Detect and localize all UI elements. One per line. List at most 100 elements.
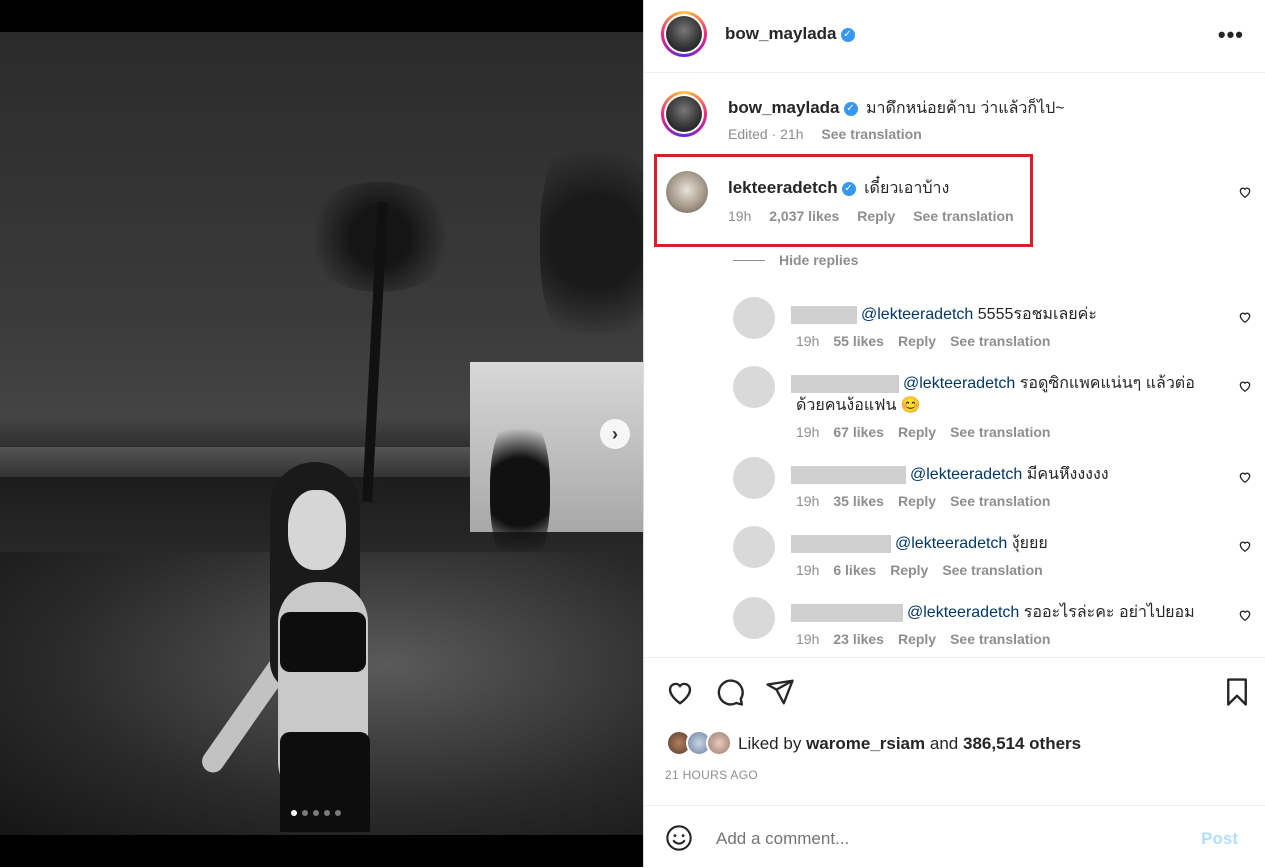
post-actions: Liked by warome_rsiam and 386,514 others… <box>644 657 1265 782</box>
commenter-username[interactable]: lekteeradetch <box>728 178 838 197</box>
verified-icon: ✓ <box>840 27 855 42</box>
reply-see-translation[interactable]: See translation <box>950 333 1050 349</box>
reply-mention[interactable]: @lekteeradetch <box>895 535 1007 552</box>
reply-text: งุ้ยยย <box>1011 535 1048 552</box>
reply-item: @lekteeradetch 5555รอชมเลยค่ะ <box>791 302 1097 327</box>
comment-likes[interactable]: 2,037 likes <box>769 208 839 224</box>
heart-icon[interactable] <box>1238 185 1252 199</box>
comment-bubble-icon[interactable] <box>715 677 745 707</box>
share-send-icon[interactable] <box>765 677 795 707</box>
heart-icon[interactable] <box>1238 310 1252 324</box>
heart-icon[interactable] <box>1238 379 1252 393</box>
caption-avatar[interactable] <box>661 91 707 137</box>
redacted-username <box>791 603 903 622</box>
reply-see-translation[interactable]: See translation <box>942 562 1042 578</box>
reply-text: 5555รอชมเลยค่ะ <box>977 306 1097 323</box>
post-photo[interactable] <box>0 32 643 835</box>
reply-text-continued: ด้วยคนง้อแฟน 😊 <box>796 397 921 414</box>
reply-avatar[interactable] <box>733 597 775 639</box>
reply-time: 19h <box>796 333 820 349</box>
caption-see-translation[interactable]: See translation <box>821 126 921 142</box>
reply-time: 19h <box>796 424 820 440</box>
reply-item: @lekteeradetch มีคนหึงงงงง <box>791 462 1109 487</box>
reply-see-translation[interactable]: See translation <box>950 631 1050 647</box>
post-comment-button[interactable]: Post <box>1201 829 1238 849</box>
redacted-username <box>791 465 906 484</box>
reply-likes[interactable]: 6 likes <box>833 562 876 578</box>
liked-by-others[interactable]: 386,514 others <box>963 734 1081 753</box>
bookmark-icon[interactable] <box>1222 677 1252 707</box>
comment-see-translation[interactable]: See translation <box>913 208 1013 224</box>
like-heart-icon[interactable] <box>665 677 695 707</box>
carousel-dot <box>302 810 308 816</box>
reply-reply-button[interactable]: Reply <box>898 631 936 647</box>
reply-reply-button[interactable]: Reply <box>898 333 936 349</box>
comment-box: Post <box>644 805 1265 868</box>
carousel-dots <box>291 810 341 816</box>
hide-replies-label: Hide replies <box>779 252 859 268</box>
carousel-dot <box>324 810 330 816</box>
liker-avatar[interactable] <box>706 730 732 756</box>
reply-time: 19h <box>796 562 820 578</box>
comment-reply-button[interactable]: Reply <box>857 208 895 224</box>
comment-input[interactable] <box>714 824 1158 854</box>
liked-by-line: Liked by warome_rsiam and 386,514 others <box>738 734 1081 754</box>
redacted-username <box>791 305 857 324</box>
verified-icon: ✓ <box>841 181 856 196</box>
reply-avatar[interactable] <box>733 366 775 408</box>
comment-text: เดี๋ยวเอาบ้าง <box>864 180 950 197</box>
heart-icon[interactable] <box>1238 539 1252 553</box>
reply-time: 19h <box>796 631 820 647</box>
reply-mention[interactable]: @lekteeradetch <box>907 604 1019 621</box>
liked-by-prefix: Liked by <box>738 734 802 753</box>
reply-reply-button[interactable]: Reply <box>898 493 936 509</box>
carousel-dot <box>313 810 319 816</box>
heart-icon[interactable] <box>1238 608 1252 622</box>
comment-time: 19h <box>728 208 752 224</box>
more-options-icon[interactable]: ••• <box>1218 22 1244 48</box>
caption-text: มาดึกหน่อยค้าบ ว่าแล้วก็ไป~ <box>865 100 1065 117</box>
reply-avatar[interactable] <box>733 297 775 339</box>
carousel-dot <box>335 810 341 816</box>
verified-icon: ✓ <box>843 101 858 116</box>
reply-reply-button[interactable]: Reply <box>890 562 928 578</box>
reply-time: 19h <box>796 493 820 509</box>
hide-replies-toggle[interactable]: Hide replies <box>733 252 858 270</box>
reply-text: รออะไรล่ะคะ อย่าไปยอม <box>1023 604 1195 621</box>
emoji-icon[interactable] <box>665 824 693 852</box>
caption-username[interactable]: bow_maylada <box>728 98 840 117</box>
reply-avatar[interactable] <box>733 457 775 499</box>
reply-mention[interactable]: @lekteeradetch <box>910 466 1022 483</box>
commenter-avatar[interactable] <box>666 171 708 213</box>
reply-text: รอดูซิกแพคแน่นๆ แล้วต่อ <box>1019 375 1195 392</box>
post-panel: bow_maylada ✓ ••• bow_maylada ✓ มาดึกหน่อย… <box>643 0 1265 867</box>
reply-item: @lekteeradetch งุ้ยยย <box>791 531 1048 556</box>
carousel-dot <box>291 810 297 816</box>
redacted-username <box>791 374 899 393</box>
reply-mention[interactable]: @lekteeradetch <box>903 375 1015 392</box>
reply-likes[interactable]: 35 likes <box>833 493 884 509</box>
reply-avatar[interactable] <box>733 526 775 568</box>
reply-likes[interactable]: 67 likes <box>833 424 884 440</box>
liked-by-and: and <box>929 734 959 753</box>
reply-item: @lekteeradetch รออะไรล่ะคะ อย่าไปยอม <box>791 600 1195 625</box>
author-username[interactable]: bow_maylada <box>725 24 837 43</box>
caption-edited-time: Edited · 21h <box>728 126 804 142</box>
carousel-next-button[interactable]: › <box>600 419 630 449</box>
liked-by-user[interactable]: warome_rsiam <box>806 734 925 753</box>
post-header: bow_maylada ✓ ••• <box>644 0 1265 73</box>
reply-mention[interactable]: @lekteeradetch <box>861 306 973 323</box>
reply-see-translation[interactable]: See translation <box>950 424 1050 440</box>
reply-likes[interactable]: 55 likes <box>833 333 884 349</box>
author-avatar[interactable] <box>661 11 707 57</box>
post-media: › <box>0 0 643 867</box>
reply-text: มีคนหึงงงงง <box>1026 466 1109 483</box>
reply-reply-button[interactable]: Reply <box>898 424 936 440</box>
redacted-username <box>791 534 891 553</box>
heart-icon[interactable] <box>1238 470 1252 484</box>
reply-see-translation[interactable]: See translation <box>950 493 1050 509</box>
reply-likes[interactable]: 23 likes <box>833 631 884 647</box>
post-timestamp[interactable]: 21 HOURS AGO <box>665 768 758 782</box>
chevron-right-icon: › <box>612 423 618 444</box>
photo-subject <box>197 462 390 835</box>
